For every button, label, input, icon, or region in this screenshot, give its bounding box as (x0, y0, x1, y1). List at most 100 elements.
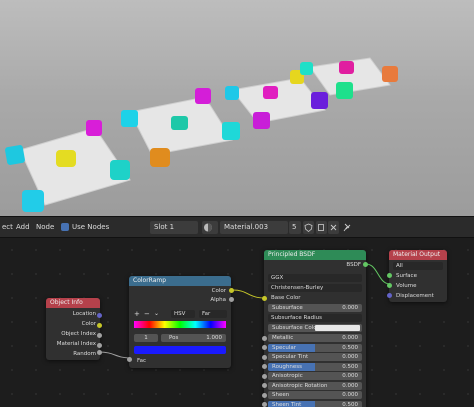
color-mode-dropdown[interactable]: HSV (171, 310, 195, 318)
cube-cyan-7 (300, 62, 313, 75)
socket-param-in[interactable] (262, 354, 267, 360)
param-value: 0.000 (342, 392, 358, 398)
target-dropdown[interactable]: All (393, 262, 443, 270)
menu-add[interactable]: Add (16, 223, 30, 231)
shader-node-editor[interactable]: Object Info Location Color Object Index … (0, 238, 474, 407)
cube-purple-1 (311, 92, 328, 109)
socket-displacement-in[interactable] (387, 293, 392, 298)
fake-user-button[interactable] (303, 221, 314, 234)
socket-alpha-out[interactable] (229, 297, 234, 302)
stop-color-swatch[interactable] (134, 346, 226, 354)
param-value: 0.500 (342, 344, 358, 351)
socket-location[interactable] (97, 313, 102, 318)
output-alpha: Alpha (210, 297, 226, 303)
pin-icon (343, 223, 351, 232)
socket-color[interactable] (97, 323, 102, 328)
menu-object[interactable]: ect (2, 223, 13, 231)
output-color: Color (211, 288, 226, 294)
socket-volume-in[interactable] (387, 283, 392, 288)
color-gradient-bar[interactable] (134, 321, 226, 328)
socket-param-in[interactable] (262, 373, 267, 379)
subsurface-color-swatch (315, 325, 360, 331)
use-nodes-checkbox[interactable] (61, 223, 69, 231)
3d-viewport[interactable] (0, 0, 474, 216)
node-editor-header: ect Add Node Use Nodes Slot 1 Material.0… (0, 216, 474, 238)
subsurface-method-dropdown[interactable]: Christensen-Burley (268, 284, 362, 292)
subsurface-field[interactable]: Subsurface 0.000 (268, 304, 362, 312)
duplicate-material-button[interactable] (316, 221, 327, 234)
output-random: Random (73, 351, 96, 357)
close-icon (330, 224, 337, 231)
param-slider-specular[interactable]: Specular 0.500 (268, 343, 362, 352)
user-count-label: 5 (292, 223, 297, 231)
param-slider-metallic[interactable]: Metallic 0.000 (268, 334, 362, 342)
param-value: 0.000 (342, 335, 358, 341)
socket-fac-in[interactable] (127, 357, 132, 362)
param-value: 0.000 (342, 373, 358, 379)
cube-cyan-5 (222, 122, 240, 140)
socket-param-in[interactable] (262, 402, 267, 407)
cube-cyan-4 (121, 110, 138, 127)
position-label: Pos (169, 335, 179, 341)
input-fac: Fac (137, 358, 147, 364)
socket-object-index[interactable] (97, 333, 102, 338)
slot-dropdown[interactable]: Slot 1 (150, 221, 198, 234)
material-browse-button[interactable] (202, 221, 218, 234)
link-random-to-fac (98, 351, 132, 359)
socket-param-in[interactable] (262, 345, 267, 350)
colorramp-header: ColorRamp (129, 276, 231, 286)
socket-param-in[interactable] (262, 364, 267, 369)
menu-node[interactable]: Node (36, 223, 54, 231)
socket-base-color-in[interactable] (262, 296, 267, 301)
object-info-node[interactable]: Object Info Location Color Object Index … (46, 298, 100, 360)
interpolation-dropdown[interactable]: Far (199, 310, 227, 318)
material-output-header: Material Output (389, 250, 447, 260)
param-slider-roughness[interactable]: Roughness 0.500 (268, 362, 362, 371)
material-output-node[interactable]: Material Output All Surface Volume Displ… (389, 250, 447, 302)
output-object-index: Object Index (61, 331, 96, 337)
param-slider-anisotropic[interactable]: Anisotropic 0.000 (268, 372, 362, 380)
cube-orange-2 (382, 66, 398, 82)
cube-cyan-3 (22, 190, 44, 212)
unlink-material-button[interactable] (328, 221, 339, 234)
add-stop-button[interactable]: + (134, 310, 140, 318)
param-label: Specular Tint (272, 354, 309, 360)
param-label: Roughness (272, 363, 303, 370)
param-label: Specular (272, 344, 297, 351)
output-bsdf: BSDF (346, 262, 361, 268)
subsurface-color-field[interactable]: Subsurface Color (268, 324, 362, 332)
user-count[interactable]: 5 (289, 221, 301, 234)
socket-material-index[interactable] (97, 343, 102, 348)
param-slider-sheen[interactable]: Sheen 0.000 (268, 391, 362, 399)
pin-button[interactable] (342, 221, 352, 236)
param-label: Sheen (272, 392, 290, 398)
material-name-field[interactable]: Material.003 (220, 221, 288, 234)
shield-icon (304, 223, 313, 233)
param-value: 0.000 (342, 382, 358, 389)
input-displacement: Displacement (396, 293, 434, 299)
socket-color-out[interactable] (229, 288, 234, 293)
colorramp-node[interactable]: ColorRamp Color Alpha + − ⌄ HSV Far 1 Po… (129, 276, 231, 368)
cube-cyan-6 (225, 86, 239, 100)
socket-param-in[interactable] (262, 392, 267, 398)
chevron-down-icon[interactable]: ⌄ (154, 310, 159, 317)
output-color: Color (81, 321, 96, 327)
socket-random[interactable] (97, 350, 102, 355)
distribution-dropdown[interactable]: GGX (268, 274, 362, 282)
param-slider-specular-tint[interactable]: Specular Tint 0.000 (268, 353, 362, 361)
socket-bsdf-out[interactable] (363, 262, 368, 267)
position-field[interactable]: Pos 1.000 (161, 334, 226, 342)
input-base-color: Base Color (271, 295, 301, 301)
stop-index-field[interactable]: 1 (134, 334, 158, 342)
param-slider-sheen-tint[interactable]: Sheen Tint 0.500 (268, 400, 362, 407)
subsurface-radius-field[interactable]: Subsurface Radius (268, 314, 362, 322)
socket-param-in[interactable] (262, 335, 267, 341)
principled-bsdf-node[interactable]: Principled BSDF BSDF GGX Christensen-Bur… (264, 250, 366, 407)
output-location: Location (72, 311, 96, 317)
param-slider-anisotropic-rotation[interactable]: Anisotropic Rotation 0.000 (268, 381, 362, 390)
socket-surface-in[interactable] (387, 273, 392, 278)
subsurface-color-label: Subsurface Color (272, 325, 319, 331)
remove-stop-button[interactable]: − (144, 310, 150, 318)
socket-param-in[interactable] (262, 383, 267, 388)
viewport-scene (5, 57, 398, 212)
